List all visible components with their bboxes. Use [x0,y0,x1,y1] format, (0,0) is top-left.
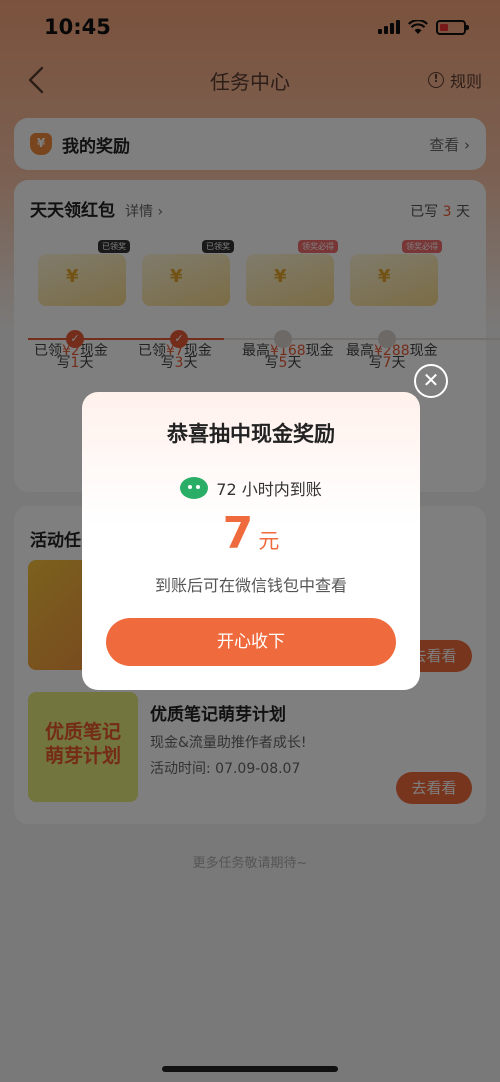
home-indicator[interactable] [162,1066,338,1072]
wechat-icon [180,477,209,499]
arrival-text: 72 小时内到账 [216,480,322,499]
arrival-row: 72 小时内到账 [82,476,420,500]
modal-title: 恭喜抽中现金奖励 [167,422,335,446]
accept-button[interactable]: 开心收下 [106,618,396,666]
close-icon[interactable]: ✕ [414,364,448,398]
amount-unit: 元 [258,529,280,553]
reward-modal: 恭喜抽中现金奖励 72 小时内到账 7 元 到账后可在微信钱包中查看 开心收下 [82,392,420,690]
amount-value: 7 [222,508,254,559]
reward-amount: 7 元 [82,508,420,559]
modal-hint: 到账后可在微信钱包中查看 [154,576,347,595]
